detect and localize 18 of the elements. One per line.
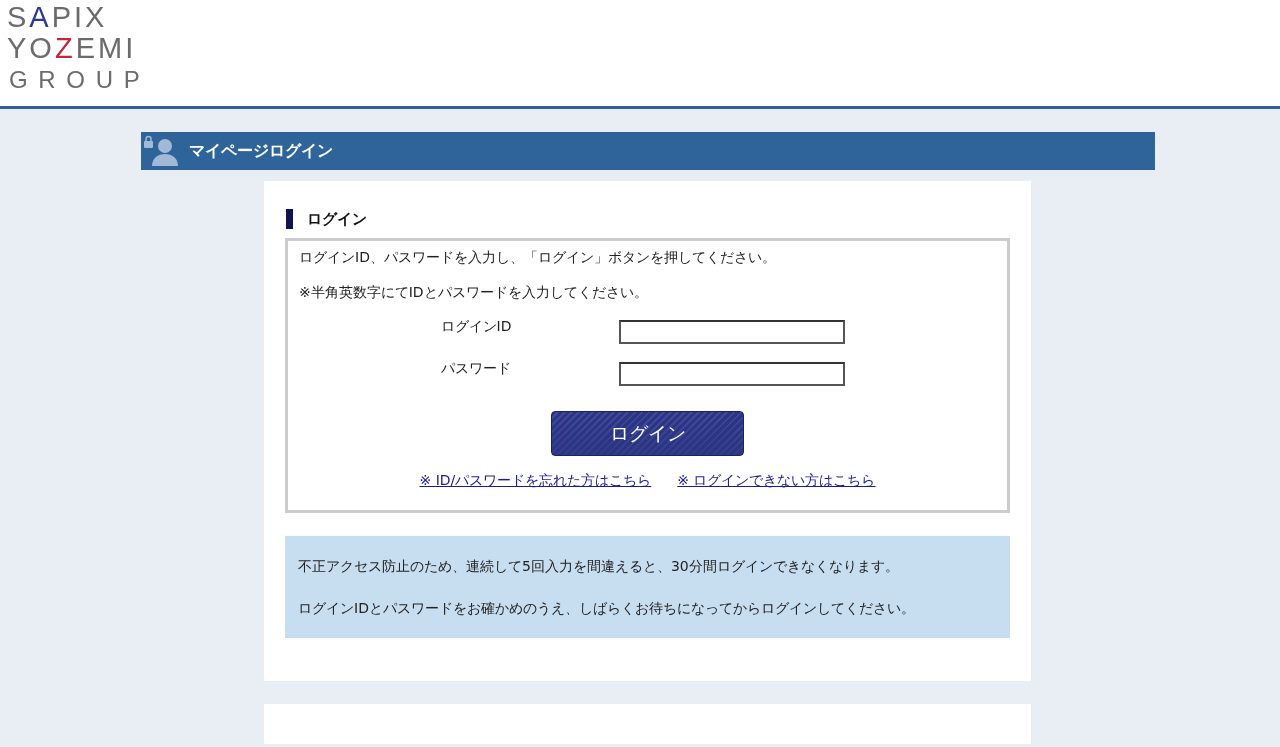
logo-text: SAPIX	[7, 2, 108, 33]
notice-text: 不正アクセス防止のため、連続して5回入力を間違えると、30分間ログインできなくなります。	[298, 557, 900, 576]
heading-marker	[286, 209, 293, 229]
section-heading: ログイン	[307, 209, 367, 229]
instruction-text: ログインID、パスワードを入力し、「ログイン」ボタンを押してください。	[299, 248, 777, 267]
help-link[interactable]: ※ ID/パスワードを忘れた方はこちら	[419, 472, 652, 490]
login-button[interactable]: ログイン	[551, 411, 744, 456]
field-label: パスワード	[440, 360, 512, 378]
input-field[interactable]	[618, 362, 845, 386]
notice-text: ログインIDとパスワードをお確かめのうえ、しばらくお待ちになってからログインしてください。	[298, 599, 916, 618]
logo-text: YOZ EMI	[7, 33, 137, 64]
page-title: マイページログイン	[189, 140, 333, 162]
user-lock-icon	[143, 135, 179, 167]
help-link[interactable]: ※ ログインできない方はこちら	[677, 472, 876, 490]
field-label: ログインID	[440, 318, 513, 336]
input-field[interactable]	[618, 320, 845, 344]
logo-text: G R O U P	[8, 65, 142, 95]
instruction-text: ※半角英数字にてIDとパスワードを入力してください。	[299, 283, 649, 302]
